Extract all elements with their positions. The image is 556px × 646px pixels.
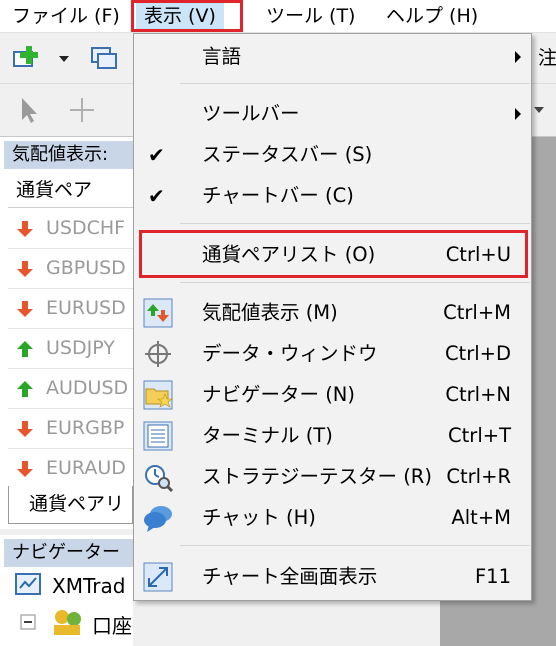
column-header-symbol[interactable]: 通貨ペア	[8, 172, 133, 208]
symbols-item-highlight-box	[139, 230, 528, 278]
menu-file[interactable]: ファイル (F)	[4, 0, 128, 32]
symbol-name: EURUSD	[46, 297, 126, 319]
symbol-name: EURGBP	[46, 417, 125, 439]
menu-item-strategy-tester[interactable]: ストラテジーテスター (R) Ctrl+R	[134, 457, 531, 497]
menu-separator	[180, 282, 530, 283]
chat-icon	[144, 506, 172, 532]
menu-item-shortcut: Ctrl+N	[445, 383, 511, 406]
symbol-name: EURAUD	[46, 457, 126, 479]
arrow-up-icon	[17, 381, 33, 397]
cursor-icon[interactable]	[16, 96, 44, 124]
menu-item-chart-bar[interactable]: ✔ チャートバー (C)	[134, 176, 531, 216]
menu-item-shortcut: Ctrl+M	[443, 301, 511, 324]
submenu-arrow-icon	[515, 108, 521, 120]
arrow-down-icon	[17, 301, 33, 317]
symbol-row[interactable]: GBPUSD	[8, 248, 133, 289]
menu-item-label: ステータスバー (S)	[202, 143, 373, 166]
menu-item-status-bar[interactable]: ✔ ステータスバー (S)	[134, 135, 531, 175]
arrow-down-icon	[17, 221, 33, 237]
symbol-name: GBPUSD	[46, 257, 126, 279]
arrow-up-icon	[17, 341, 33, 357]
menu-item-toolbar[interactable]: ツールバー	[134, 94, 531, 134]
menu-item-language[interactable]: 言語	[134, 37, 531, 77]
menu-item-shortcut: Ctrl+D	[444, 342, 511, 365]
menu-item-market-watch[interactable]: 気配値表示 (M) Ctrl+M	[134, 293, 531, 333]
navigator-title: ナビゲーター	[4, 539, 133, 567]
symbol-name: USDCHF	[46, 217, 126, 239]
menu-separator	[180, 545, 530, 546]
menu-item-shortcut: Alt+M	[451, 506, 511, 529]
symbol-row[interactable]: EURUSD	[8, 288, 133, 329]
market-watch-title: 気配値表示:	[4, 141, 133, 169]
menu-item-data-window[interactable]: データ・ウィンドウ Ctrl+D	[134, 334, 531, 374]
menu-item-label: チャット (H)	[202, 506, 316, 529]
terminal-root-icon	[15, 573, 41, 595]
navigator-folder-icon	[143, 380, 173, 410]
new-chart-icon[interactable]	[12, 44, 40, 72]
menu-item-label: 気配値表示 (M)	[202, 301, 338, 324]
symbol-row[interactable]: AUDUSD	[8, 368, 133, 409]
arrow-down-icon	[17, 421, 33, 437]
submenu-arrow-icon	[515, 51, 521, 63]
menu-bar: ファイル (F) 表示 (V) ツール (T) ヘルプ (H)	[0, 0, 556, 33]
menu-item-shortcut: Ctrl+R	[446, 465, 511, 488]
menu-item-label: ストラテジーテスター (R)	[202, 465, 432, 488]
symbol-row[interactable]: EURAUD	[8, 448, 133, 489]
menu-separator	[180, 223, 530, 224]
fullscreen-icon	[143, 562, 173, 592]
crosshair-icon	[145, 341, 171, 367]
toolbar-order-label[interactable]: 注	[538, 43, 556, 70]
chevron-down-icon[interactable]	[58, 55, 70, 63]
view-menu-highlight-box	[131, 0, 243, 32]
menu-separator	[180, 83, 530, 84]
menu-item-label: チャートバー (C)	[202, 184, 354, 207]
menu-item-label: データ・ウィンドウ	[202, 342, 378, 365]
symbol-row[interactable]: USDCHF	[8, 208, 133, 249]
arrow-down-icon	[17, 461, 33, 477]
menu-tools[interactable]: ツール (T)	[258, 0, 363, 32]
checkmark-icon: ✔	[148, 143, 165, 167]
menu-item-shortcut: F11	[474, 565, 511, 588]
accounts-icon	[54, 610, 81, 635]
tab-symbols[interactable]: 通貨ペアリ	[8, 486, 133, 524]
navigator-root-item[interactable]: XMTrad	[52, 574, 125, 598]
menu-item-label: 言語	[202, 45, 242, 68]
collapse-icon[interactable]	[20, 614, 36, 630]
checkmark-icon: ✔	[148, 184, 165, 208]
menu-item-label: ナビゲーター (N)	[202, 383, 356, 406]
profiles-icon[interactable]	[90, 44, 118, 72]
view-dropdown-menu: 言語 ツールバー ✔ ステータスバー (S) ✔ チャートバー (C) 通貨ペア…	[133, 33, 532, 601]
navigator-accounts-item[interactable]: 口座	[92, 610, 132, 639]
terminal-icon	[143, 421, 173, 451]
symbol-row[interactable]: EURGBP	[8, 408, 133, 449]
menu-item-label: チャート全画面表示	[202, 565, 378, 588]
menu-item-chat[interactable]: チャット (H) Alt+M	[134, 498, 531, 538]
menu-item-fullscreen[interactable]: チャート全画面表示 F11	[134, 557, 531, 597]
menu-item-shortcut: Ctrl+T	[448, 424, 511, 447]
menu-item-terminal[interactable]: ターミナル (T) Ctrl+T	[134, 416, 531, 456]
market-watch-icon	[143, 298, 173, 328]
strategy-tester-icon	[145, 465, 173, 492]
crosshair-tool-icon[interactable]	[68, 96, 96, 124]
menu-item-label: ツールバー	[202, 102, 300, 125]
menu-item-label: ターミナル (T)	[202, 424, 333, 447]
symbol-row[interactable]: USDJPY	[8, 328, 133, 369]
symbol-name: AUDUSD	[46, 377, 129, 399]
symbol-name: USDJPY	[46, 337, 115, 359]
menu-item-navigator[interactable]: ナビゲーター (N) Ctrl+N	[134, 375, 531, 415]
chevron-down-icon[interactable]	[533, 106, 545, 114]
arrow-down-icon	[17, 261, 33, 277]
menu-help[interactable]: ヘルプ (H)	[378, 0, 486, 32]
